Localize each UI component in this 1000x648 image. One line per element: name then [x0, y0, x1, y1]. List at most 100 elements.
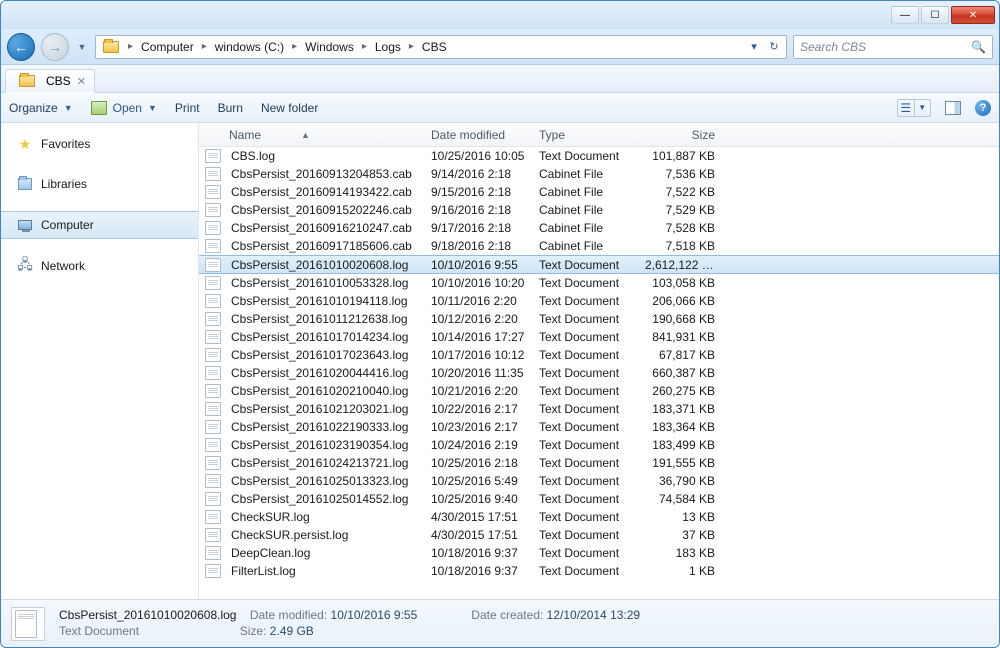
file-list[interactable]: CBS.log10/25/2016 10:05Text Document101,… — [199, 147, 999, 599]
file-type: Text Document — [533, 366, 639, 380]
file-row[interactable]: CbsPersist_20161010053328.log10/10/2016 … — [199, 274, 999, 292]
open-button[interactable]: Open ▼ — [91, 101, 157, 115]
file-icon — [205, 203, 221, 217]
caret-down-icon: ▼ — [64, 103, 73, 113]
view-options[interactable]: ☰ ▼ — [897, 99, 931, 117]
file-name: CheckSUR.log — [225, 510, 425, 524]
file-row[interactable]: CbsPersist_20161025014552.log10/25/2016 … — [199, 490, 999, 508]
back-button[interactable]: ← — [7, 33, 35, 61]
print-button[interactable]: Print — [175, 101, 200, 115]
file-row[interactable]: CbsPersist_20161024213721.log10/25/2016 … — [199, 454, 999, 472]
file-row[interactable]: CbsPersist_20160917185606.cab9/18/2016 2… — [199, 237, 999, 255]
file-row[interactable]: CbsPersist_20160916210247.cab9/17/2016 2… — [199, 219, 999, 237]
details-type: Text Document — [59, 624, 139, 638]
nav-libraries[interactable]: Libraries — [1, 171, 198, 197]
file-row[interactable]: CheckSUR.persist.log4/30/2015 17:51Text … — [199, 526, 999, 544]
network-icon: 🖧 — [17, 258, 33, 274]
new-folder-button[interactable]: New folder — [261, 101, 318, 115]
details-thumbnail — [11, 607, 45, 641]
col-header-name[interactable]: Name ▲ — [223, 128, 425, 142]
file-row[interactable]: CheckSUR.log4/30/2015 17:51Text Document… — [199, 508, 999, 526]
details-modified: 10/10/2016 9:55 — [331, 608, 418, 622]
maximize-button[interactable]: ☐ — [921, 6, 949, 24]
file-row[interactable]: CbsPersist_20161010020608.log10/10/2016 … — [199, 255, 999, 274]
help-button[interactable]: ? — [975, 100, 991, 116]
preview-pane-toggle[interactable] — [945, 101, 961, 115]
file-name: CbsPersist_20160916210247.cab — [225, 221, 425, 235]
file-name: CheckSUR.persist.log — [225, 528, 425, 542]
file-icon — [205, 239, 221, 253]
close-tab-icon[interactable]: ✕ — [77, 75, 86, 88]
window-buttons: — ☐ ✕ — [889, 6, 995, 24]
file-date: 10/25/2016 10:05 — [425, 149, 533, 163]
file-row[interactable]: CbsPersist_20160915202246.cab9/16/2016 2… — [199, 201, 999, 219]
history-dropdown[interactable]: ▼ — [75, 37, 89, 57]
chevron-right-icon[interactable]: ▸ — [288, 41, 301, 52]
file-name: CbsPersist_20160915202246.cab — [225, 203, 425, 217]
folder-tab[interactable]: CBS ✕ — [5, 69, 95, 93]
file-size: 660,387 KB — [639, 366, 721, 380]
breadcrumb-item[interactable]: Logs — [371, 38, 405, 56]
address-bar[interactable]: ▸ Computer ▸ windows (C:) ▸ Windows ▸ Lo… — [95, 35, 787, 59]
file-row[interactable]: CBS.log10/25/2016 10:05Text Document101,… — [199, 147, 999, 165]
file-size: 74,584 KB — [639, 492, 721, 506]
nav-computer[interactable]: Computer — [1, 211, 198, 239]
details-modified-label: Date modified: — [250, 608, 327, 622]
file-name: CbsPersist_20161010053328.log — [225, 276, 425, 290]
folder-icon — [18, 72, 36, 90]
file-row[interactable]: CbsPersist_20160913204853.cab9/14/2016 2… — [199, 165, 999, 183]
file-row[interactable]: DeepClean.log10/18/2016 9:37Text Documen… — [199, 544, 999, 562]
file-row[interactable]: CbsPersist_20161020210040.log10/21/2016 … — [199, 382, 999, 400]
chevron-right-icon[interactable]: ▸ — [124, 41, 137, 52]
col-header-type[interactable]: Type — [533, 128, 639, 142]
file-type: Text Document — [533, 492, 639, 506]
file-row[interactable]: CbsPersist_20161021203021.log10/22/2016 … — [199, 400, 999, 418]
file-row[interactable]: CbsPersist_20161017023643.log10/17/2016 … — [199, 346, 999, 364]
file-row[interactable]: CbsPersist_20161025013323.log10/25/2016 … — [199, 472, 999, 490]
minimize-button[interactable]: — — [891, 6, 919, 24]
file-date: 10/17/2016 10:12 — [425, 348, 533, 362]
file-name: CbsPersist_20161017023643.log — [225, 348, 425, 362]
file-type: Text Document — [533, 402, 639, 416]
chevron-right-icon[interactable]: ▸ — [358, 41, 371, 52]
close-button[interactable]: ✕ — [951, 6, 995, 24]
file-date: 10/18/2016 9:37 — [425, 546, 533, 560]
file-row[interactable]: CbsPersist_20161010194118.log10/11/2016 … — [199, 292, 999, 310]
breadcrumb-item[interactable]: CBS — [418, 38, 451, 56]
file-row[interactable]: CbsPersist_20161023190354.log10/24/2016 … — [199, 436, 999, 454]
file-icon — [205, 185, 221, 199]
refresh-button[interactable]: ↻ — [764, 37, 784, 57]
breadcrumb-item[interactable]: Windows — [301, 38, 358, 56]
file-icon — [205, 312, 221, 326]
file-size: 7,528 KB — [639, 221, 721, 235]
chevron-right-icon[interactable]: ▸ — [405, 41, 418, 52]
organize-menu[interactable]: Organize ▼ — [9, 101, 73, 115]
file-name: FilterList.log — [225, 564, 425, 578]
file-type: Text Document — [533, 276, 639, 290]
col-header-size[interactable]: Size — [639, 128, 721, 142]
file-row[interactable]: CbsPersist_20161022190333.log10/23/2016 … — [199, 418, 999, 436]
file-name: CbsPersist_20161023190354.log — [225, 438, 425, 452]
column-headers: Name ▲ Date modified Type Size — [199, 123, 999, 147]
nav-favorites[interactable]: ★ Favorites — [1, 131, 198, 157]
file-type: Cabinet File — [533, 167, 639, 181]
chevron-right-icon[interactable]: ▸ — [198, 41, 211, 52]
file-type: Text Document — [533, 420, 639, 434]
file-row[interactable]: FilterList.log10/18/2016 9:37Text Docume… — [199, 562, 999, 580]
col-header-date[interactable]: Date modified — [425, 128, 533, 142]
breadcrumb-item[interactable]: Computer — [137, 38, 198, 56]
nav-network[interactable]: 🖧 Network — [1, 253, 198, 279]
file-row[interactable]: CbsPersist_20161017014234.log10/14/2016 … — [199, 328, 999, 346]
breadcrumb-item[interactable]: windows (C:) — [211, 38, 288, 56]
file-icon — [205, 474, 221, 488]
file-row[interactable]: CbsPersist_20160914193422.cab9/15/2016 2… — [199, 183, 999, 201]
sort-asc-icon: ▲ — [301, 130, 310, 140]
details-size: 2.49 GB — [270, 624, 314, 638]
address-dropdown[interactable]: ▾ — [744, 37, 764, 57]
forward-button[interactable]: → — [41, 33, 69, 61]
search-input[interactable]: Search CBS 🔍 — [793, 35, 993, 59]
burn-button[interactable]: Burn — [218, 101, 243, 115]
file-row[interactable]: CbsPersist_20161011212638.log10/12/2016 … — [199, 310, 999, 328]
file-name: CbsPersist_20161025013323.log — [225, 474, 425, 488]
file-row[interactable]: CbsPersist_20161020044416.log10/20/2016 … — [199, 364, 999, 382]
